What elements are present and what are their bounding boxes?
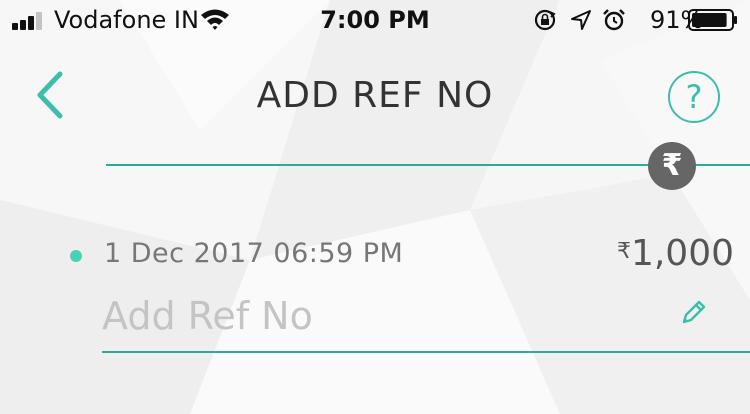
question-mark-icon: ?	[685, 78, 703, 116]
rupee-icon: ₹	[661, 148, 683, 183]
status-dot	[70, 250, 82, 262]
pencil-icon	[682, 300, 706, 324]
help-button[interactable]: ?	[668, 71, 720, 123]
page-title: ADD REF NO	[256, 75, 494, 116]
location-arrow-icon	[571, 10, 591, 30]
alarm-icon	[603, 9, 625, 31]
battery-icon	[688, 9, 737, 31]
clock: 7:00 PM	[320, 6, 430, 34]
currency-symbol: ₹	[616, 239, 631, 264]
ref-no-input[interactable]	[102, 290, 662, 342]
bottom-divider	[102, 351, 750, 353]
transaction-datetime: 1 Dec 2017 06:59 PM	[104, 238, 404, 269]
amount-value: 1,000	[630, 233, 734, 274]
orientation-lock-icon	[534, 9, 556, 31]
rupee-badge: ₹	[648, 142, 696, 190]
status-bar: Vodafone IN 7:00 PM 91%	[0, 0, 750, 40]
edit-button[interactable]	[678, 296, 710, 328]
transaction-amount: ₹1,000	[560, 230, 734, 284]
